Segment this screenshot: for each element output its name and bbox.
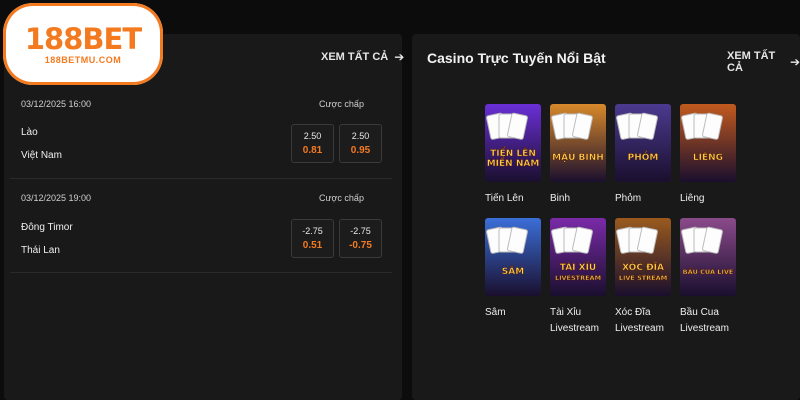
arrow-right-icon: ➔ xyxy=(789,55,800,69)
casino-see-all-link[interactable]: XEM TẤT CẢ ➔ xyxy=(727,50,800,74)
game-thumbnail: TIẾN LÊN MIỀN NAM xyxy=(485,104,541,182)
game-name: Tài Xỉu Livestream xyxy=(550,307,599,334)
odds-price: 0.81 xyxy=(302,145,323,156)
game-name: Tiến Lên xyxy=(485,193,524,204)
arrow-right-icon: ➔ xyxy=(394,50,405,64)
game-art-title: BẦU CUA LIVE xyxy=(683,266,734,276)
see-all-label: XEM TẤT CẢ xyxy=(321,51,389,63)
game-tile-bau-cua-livestream[interactable]: BẦU CUA LIVE Bầu Cua Livestream xyxy=(680,218,742,337)
odds-button-away[interactable]: -2.75 -0.75 xyxy=(339,219,382,258)
away-team: Việt Nam xyxy=(21,150,62,161)
game-name: Liêng xyxy=(680,193,705,204)
odds-price: 0.95 xyxy=(350,145,371,156)
odds-button-home[interactable]: 2.50 0.81 xyxy=(291,124,334,163)
game-art-title: LIÊNG xyxy=(693,151,723,163)
game-thumbnail: BẦU CUA LIVE xyxy=(680,218,736,296)
game-art-title: LIVESTREAM xyxy=(555,274,601,282)
home-team: Lào xyxy=(21,127,38,138)
odds-price: 0.51 xyxy=(302,240,323,251)
game-thumbnail: PHỎM xyxy=(615,104,671,182)
handicap-label: Cược chấp xyxy=(319,99,364,109)
game-tile-xoc-dia-livestream[interactable]: XÓC ĐĨA LIVE STREAM Xóc Đĩa Livestream xyxy=(615,218,677,337)
game-tile-tai-xiu-livestream[interactable]: TÀI XỈU LIVESTREAM Tài Xỉu Livestream xyxy=(550,218,612,337)
game-name: Sâm xyxy=(485,307,506,318)
home-team: Đông Timor xyxy=(21,222,73,233)
game-name: Phỏm xyxy=(615,193,642,204)
game-thumbnail: LIÊNG xyxy=(680,104,736,182)
odds-button-away[interactable]: 2.50 0.95 xyxy=(339,124,382,163)
game-name: Xóc Đĩa Livestream xyxy=(615,307,664,334)
sports-panel xyxy=(4,34,402,400)
game-tile-binh[interactable]: MẬU BINH Binh xyxy=(550,104,612,207)
see-all-label: XEM TẤT CẢ xyxy=(727,50,776,74)
odds-line: 2.50 xyxy=(351,131,370,141)
handicap-label: Cược chấp xyxy=(319,193,364,203)
game-art-title: MẬU BINH xyxy=(552,152,604,163)
brand-logo[interactable]: 188BET 188BETMU.COM xyxy=(3,3,163,85)
sports-see-all-link[interactable]: XEM TẤT CẢ ➔ xyxy=(321,50,404,64)
match-datetime: 03/12/2025 19:00 xyxy=(21,193,92,203)
odds-line: 2.50 xyxy=(303,131,322,141)
game-thumbnail: TÀI XỈU LIVESTREAM xyxy=(550,218,606,296)
game-tile-tien-len[interactable]: TIẾN LÊN MIỀN NAM Tiến Lên xyxy=(485,104,547,207)
odds-line: -2.75 xyxy=(350,226,371,236)
casino-panel xyxy=(412,34,800,400)
away-team: Thái Lan xyxy=(21,245,60,256)
odds-price: -0.75 xyxy=(349,240,372,251)
match-datetime: 03/12/2025 16:00 xyxy=(21,99,92,109)
casino-section-title: Casino Trực Tuyến Nổi Bật xyxy=(427,50,606,66)
game-thumbnail: SÂM xyxy=(485,218,541,296)
row-divider xyxy=(10,178,392,179)
game-tile-sam[interactable]: SÂM Sâm xyxy=(485,218,547,321)
game-tile-phom[interactable]: PHỎM Phỏm xyxy=(615,104,677,207)
row-divider xyxy=(10,272,392,273)
game-name: Binh xyxy=(550,193,571,204)
logo-text: 188BET xyxy=(24,21,142,56)
game-tile-lieng[interactable]: LIÊNG Liêng xyxy=(680,104,742,207)
game-name: Bầu Cua Livestream xyxy=(680,307,729,334)
game-art-title: LIVE STREAM xyxy=(619,274,667,282)
game-art-title: SÂM xyxy=(502,265,524,277)
game-art-title: TÀI XỈU xyxy=(560,261,596,273)
odds-button-home[interactable]: -2.75 0.51 xyxy=(291,219,334,258)
game-art-title: XÓC ĐĨA xyxy=(622,261,664,273)
game-thumbnail: MẬU BINH xyxy=(550,104,606,182)
odds-line: -2.75 xyxy=(302,226,323,236)
logo-domain: 188BETMU.COM xyxy=(44,54,122,65)
game-thumbnail: XÓC ĐĨA LIVE STREAM xyxy=(615,218,671,296)
